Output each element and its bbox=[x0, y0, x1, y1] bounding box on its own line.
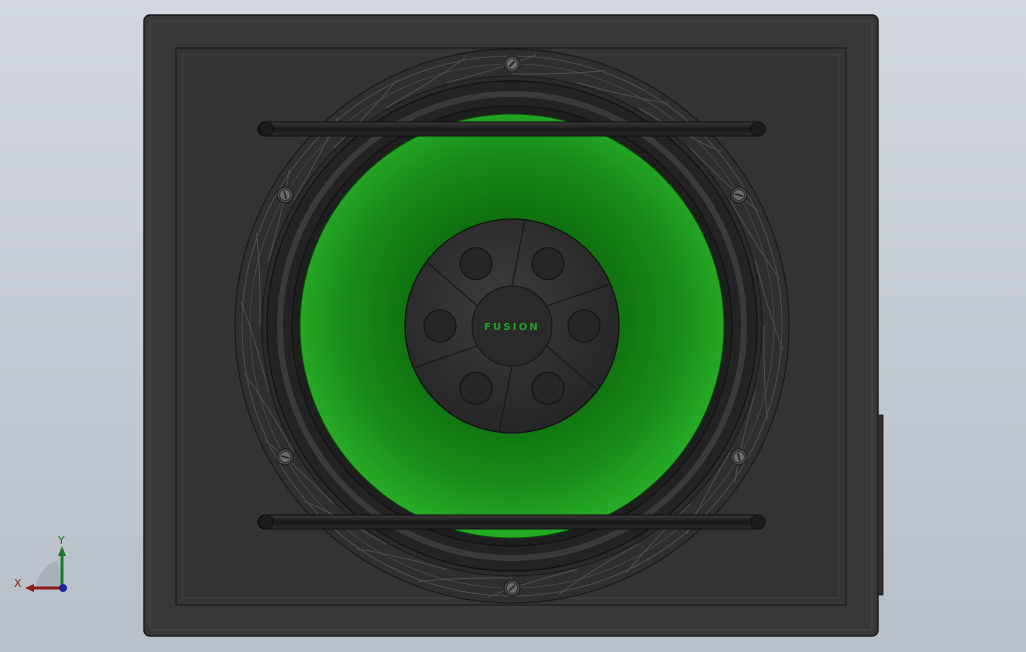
graphics-viewport[interactable]: FUSION Y X bbox=[0, 0, 1026, 652]
triad-y-arrow-icon bbox=[58, 546, 66, 556]
cap-hole bbox=[423, 309, 457, 343]
cap-hole bbox=[531, 371, 565, 405]
cap-hole bbox=[531, 247, 565, 281]
screw-icon bbox=[503, 55, 521, 73]
grille-bar-bottom bbox=[257, 514, 766, 530]
cap-hole bbox=[567, 309, 601, 343]
cap-hole bbox=[459, 247, 493, 281]
screw-icon bbox=[276, 186, 294, 204]
dust-cap: FUSION bbox=[404, 218, 620, 434]
screw-icon bbox=[503, 579, 521, 597]
screw-icon bbox=[730, 448, 748, 466]
cap-hole bbox=[459, 371, 493, 405]
cad-model-view[interactable]: FUSION Y X bbox=[0, 0, 1026, 652]
triad-x-label: X bbox=[14, 577, 22, 590]
triad-plane-shading bbox=[36, 560, 62, 588]
triad-z-axis-icon bbox=[59, 584, 67, 592]
screw-icon bbox=[276, 448, 294, 466]
triad-y-label: Y bbox=[57, 534, 65, 547]
brand-logo: FUSION bbox=[484, 322, 540, 333]
reference-triad[interactable]: Y X bbox=[14, 534, 67, 592]
grille-bar-top bbox=[257, 121, 766, 137]
screw-icon bbox=[730, 186, 748, 204]
triad-x-arrow-icon bbox=[25, 584, 34, 592]
